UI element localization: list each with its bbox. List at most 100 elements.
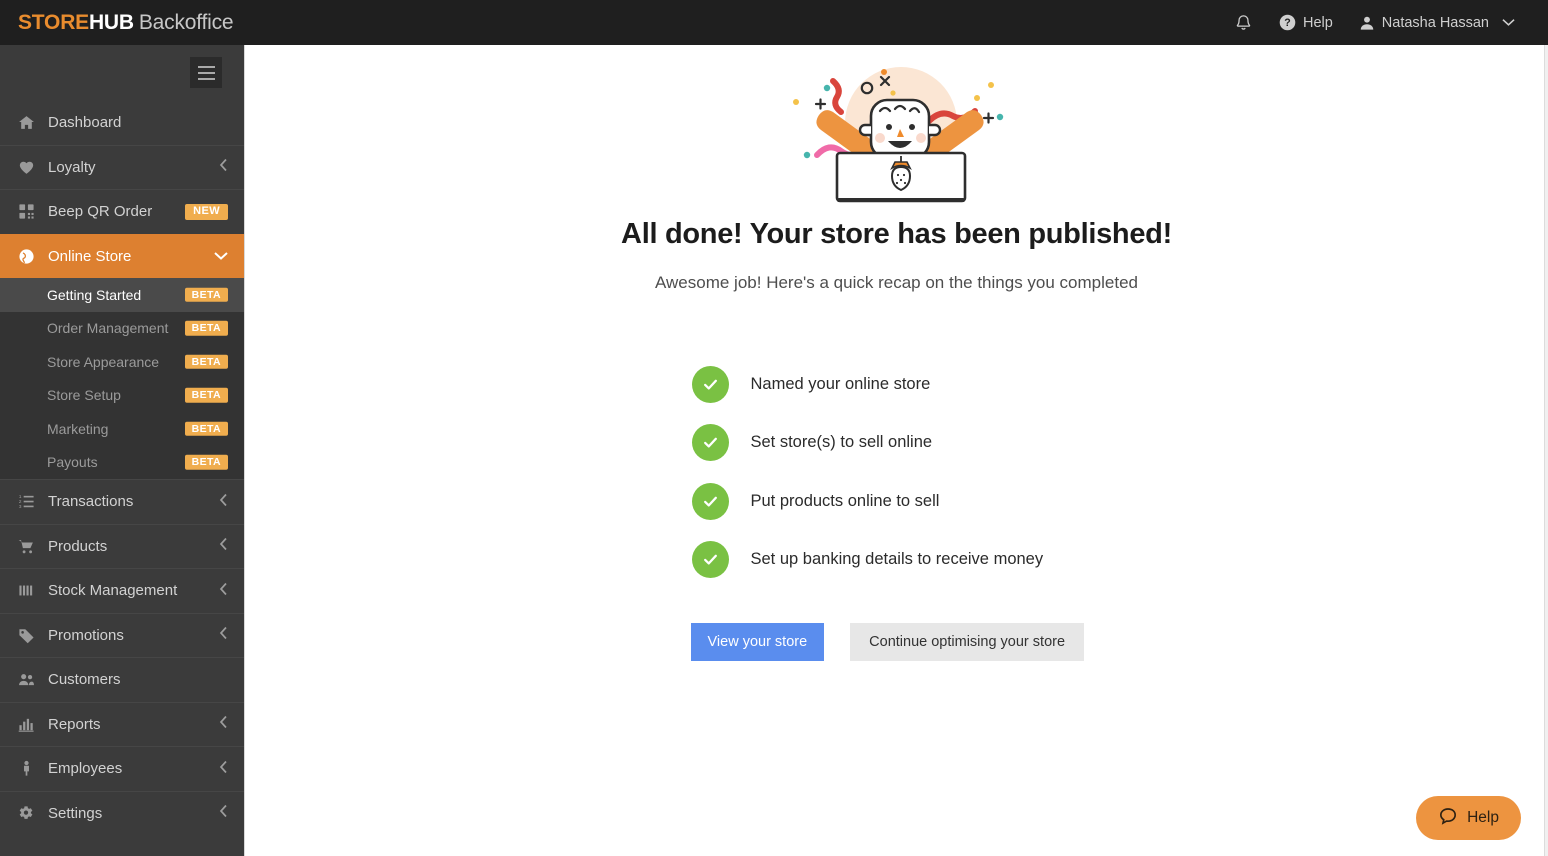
view-your-store-button[interactable]: View your store bbox=[690, 623, 825, 661]
submenu-item-label: Store Appearance bbox=[47, 353, 160, 370]
checklist-item-label: Put products online to sell bbox=[750, 491, 940, 510]
submenu-item-label: Order Management bbox=[47, 320, 169, 337]
submenu-item-store-setup[interactable]: Store Setup BETA bbox=[0, 379, 244, 413]
sidebar-item-reports[interactable]: Reports bbox=[0, 701, 244, 747]
sidebar-item-label: Customers bbox=[48, 671, 121, 689]
sidebar-item-label: Employees bbox=[48, 760, 123, 778]
submenu-item-order-management[interactable]: Order Management BETA bbox=[0, 312, 244, 346]
checklist-item-label: Set up banking details to receive money bbox=[750, 550, 1044, 569]
user-icon bbox=[1359, 15, 1375, 31]
sidebar-item-accessory bbox=[219, 805, 228, 822]
sidebar-item-promotions[interactable]: Promotions bbox=[0, 612, 244, 658]
page-subtitle: Awesome job! Here's a quick recap on the… bbox=[655, 273, 1138, 292]
heart-icon bbox=[18, 159, 44, 176]
logo-hub-text: HUB bbox=[88, 10, 134, 34]
help-header-label: Help bbox=[1302, 14, 1333, 31]
sidebar-item-online-store[interactable]: Online Store bbox=[0, 233, 244, 278]
sidebar-item-label: Promotions bbox=[48, 626, 124, 644]
svg-text:2: 2 bbox=[19, 499, 22, 505]
check-circle-icon bbox=[691, 482, 729, 520]
tag-icon bbox=[18, 627, 44, 644]
sidebar-item-accessory bbox=[214, 248, 228, 265]
sidebar-item-products[interactable]: Products bbox=[0, 523, 244, 569]
checklist-item: Set up banking details to receive money bbox=[691, 531, 1112, 590]
sidebar-item-accessory bbox=[219, 760, 228, 777]
sidebar-item-customers[interactable]: Customers bbox=[0, 657, 244, 702]
logo-backoffice-text: Backoffice bbox=[138, 10, 234, 34]
bell-icon bbox=[1234, 13, 1253, 33]
chevron-left-icon bbox=[219, 627, 228, 644]
submenu-item-label: Getting Started bbox=[47, 286, 142, 303]
check-circle-icon bbox=[691, 541, 729, 579]
speech-bubble-icon bbox=[1438, 806, 1458, 831]
main-content-area: All done! Your store has been published!… bbox=[244, 45, 1548, 856]
home-icon bbox=[18, 114, 44, 131]
help-widget-label: Help bbox=[1467, 809, 1499, 826]
sidebar-item-accessory bbox=[219, 582, 228, 599]
new-badge: NEW bbox=[185, 203, 228, 220]
gears-icon bbox=[18, 805, 44, 822]
sidebar-item-label: Loyalty bbox=[48, 158, 96, 176]
person-popping-out-of-box-with-confetti-icon bbox=[781, 55, 1013, 212]
sidebar-item-accessory bbox=[219, 627, 228, 644]
chevron-down-icon bbox=[214, 248, 228, 265]
sidebar-item-settings[interactable]: Settings bbox=[0, 790, 244, 836]
chevron-left-icon bbox=[219, 159, 228, 176]
check-circle-icon bbox=[691, 424, 729, 462]
sidebar-item-label: Transactions bbox=[48, 493, 134, 511]
sidebar-item-label: Online Store bbox=[48, 247, 132, 265]
user-account-menu[interactable]: Natasha Hassan bbox=[1346, 0, 1528, 45]
completed-steps-checklist: Named your online store Set store(s) to s… bbox=[691, 355, 1112, 590]
submenu-item-getting-started[interactable]: Getting Started BETA bbox=[0, 278, 244, 312]
sidebar-item-accessory bbox=[219, 159, 228, 176]
app-logo[interactable]: STOREHUB Backoffice bbox=[18, 10, 234, 35]
bars-icon bbox=[18, 582, 44, 599]
checklist-item-label: Named your online store bbox=[750, 374, 931, 393]
globe-icon bbox=[18, 248, 44, 265]
continue-optimising-button[interactable]: Continue optimising your store bbox=[850, 623, 1085, 661]
svg-text:1: 1 bbox=[19, 494, 22, 500]
sidebar-item-label: Stock Management bbox=[48, 582, 178, 600]
sidebar-item-accessory: NEW bbox=[185, 203, 228, 220]
action-buttons-row: View your store Continue optimising your… bbox=[690, 623, 1111, 661]
qr-code-icon bbox=[18, 203, 44, 220]
checklist-item: Put products online to sell bbox=[691, 472, 1112, 531]
submenu-item-store-appearance[interactable]: Store Appearance BETA bbox=[0, 345, 244, 379]
beta-badge: BETA bbox=[184, 388, 228, 403]
submenu-item-marketing[interactable]: Marketing BETA bbox=[0, 412, 244, 446]
page-title: All done! Your store has been published! bbox=[621, 218, 1172, 250]
notifications-button[interactable] bbox=[1221, 0, 1266, 45]
person-icon bbox=[18, 760, 44, 777]
chart-bar-icon bbox=[18, 716, 44, 733]
list-ol-icon: 123 bbox=[18, 493, 44, 510]
sidebar-item-dashboard[interactable]: Dashboard bbox=[0, 100, 244, 145]
help-header-button[interactable]: ? Help bbox=[1266, 0, 1346, 45]
chevron-left-icon bbox=[219, 582, 228, 599]
checklist-item-label: Set store(s) to sell online bbox=[750, 433, 933, 452]
svg-text:3: 3 bbox=[19, 504, 22, 510]
right-scroll-edge[interactable] bbox=[1544, 45, 1548, 856]
help-chat-widget-button[interactable]: Help bbox=[1416, 796, 1521, 840]
check-circle-icon bbox=[691, 365, 729, 403]
beta-badge: BETA bbox=[184, 287, 228, 302]
submenu-item-label: Payouts bbox=[47, 454, 98, 471]
beta-badge: BETA bbox=[184, 455, 228, 470]
chevron-down-icon bbox=[1502, 18, 1515, 27]
checklist-item: Named your online store bbox=[691, 355, 1112, 414]
submenu-item-payouts[interactable]: Payouts BETA bbox=[0, 446, 244, 480]
sidebar-item-label: Products bbox=[48, 537, 108, 555]
sidebar-item-employees[interactable]: Employees bbox=[0, 746, 244, 791]
chevron-left-icon bbox=[219, 493, 228, 510]
sidebar-item-loyalty[interactable]: Loyalty bbox=[0, 144, 244, 190]
hamburger-icon[interactable] bbox=[190, 57, 222, 88]
sidebar-toggle-row bbox=[0, 45, 244, 100]
user-name-label: Natasha Hassan bbox=[1381, 14, 1489, 31]
chevron-left-icon bbox=[219, 538, 228, 555]
sidebar-item-transactions[interactable]: 1 2 3 Transactions bbox=[0, 479, 244, 524]
chevron-left-icon bbox=[219, 760, 228, 777]
sidebar-item-beep-qr-order[interactable]: Beep QR Order NEW bbox=[0, 189, 244, 234]
cart-icon bbox=[18, 538, 44, 555]
sidebar-item-label: Settings bbox=[48, 804, 103, 822]
beta-badge: BETA bbox=[184, 421, 228, 436]
sidebar-item-stock-management[interactable]: Stock Management bbox=[0, 568, 244, 613]
